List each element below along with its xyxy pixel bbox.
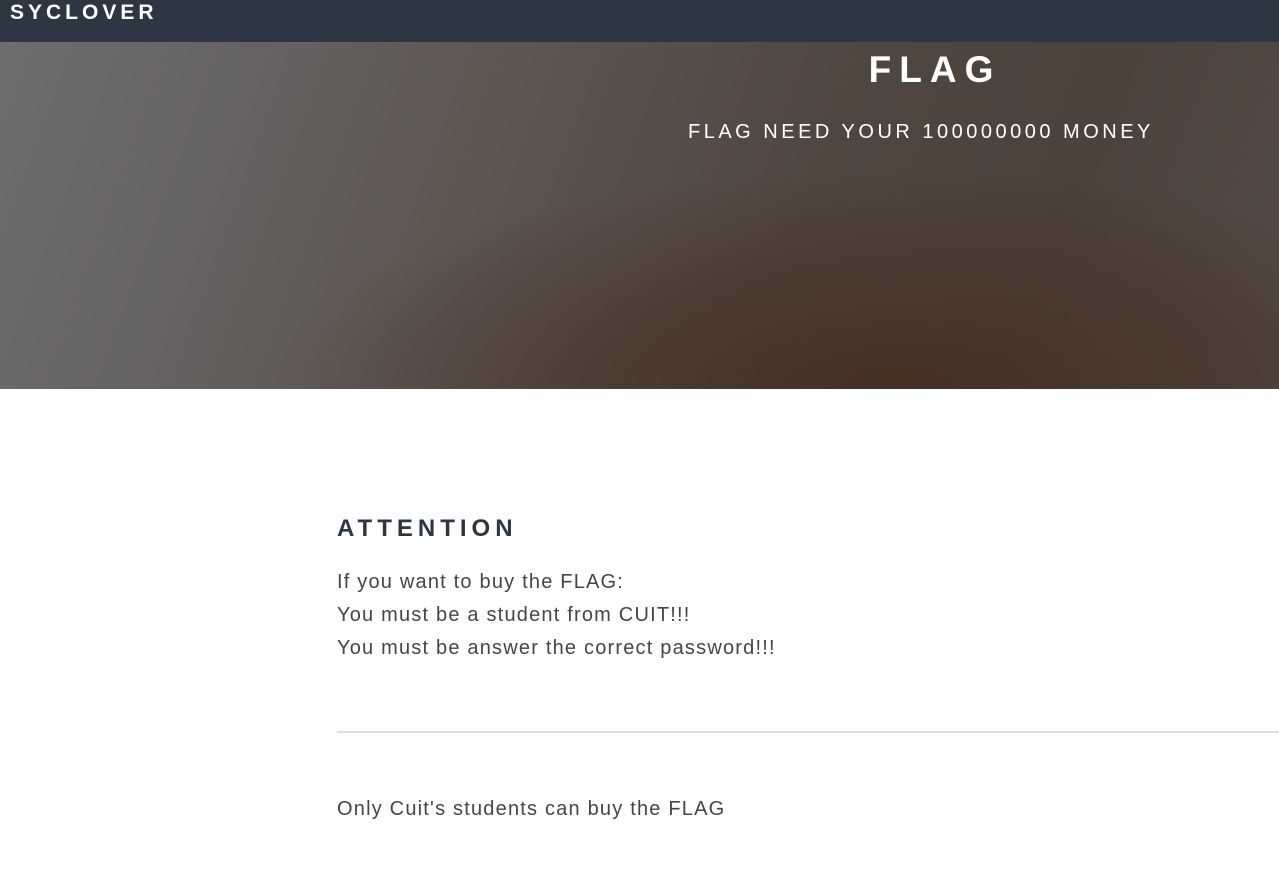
attention-line: You must be answer the correct password!…: [337, 637, 776, 659]
top-navbar: SYCLOVER: [0, 0, 1279, 42]
hero-banner: FLAG FLAG NEED YOUR 100000000 MONEY: [0, 42, 1279, 389]
attention-list: If you want to buy the FLAG: You must be…: [337, 566, 1279, 665]
hero-subtitle: FLAG NEED YOUR 100000000 MONEY: [688, 121, 1154, 143]
attention-line: You must be a student from CUIT!!!: [337, 604, 691, 626]
footer-note: Only Cuit's students can buy the FLAG: [337, 798, 726, 820]
main-content: ATTENTION If you want to buy the FLAG: Y…: [337, 510, 1279, 820]
section-heading: ATTENTION: [337, 515, 518, 542]
attention-line: If you want to buy the FLAG:: [337, 571, 625, 593]
brand-link[interactable]: SYCLOVER: [10, 0, 158, 26]
section-divider: [337, 731, 1279, 733]
hero-title: FLAG: [868, 49, 1002, 90]
